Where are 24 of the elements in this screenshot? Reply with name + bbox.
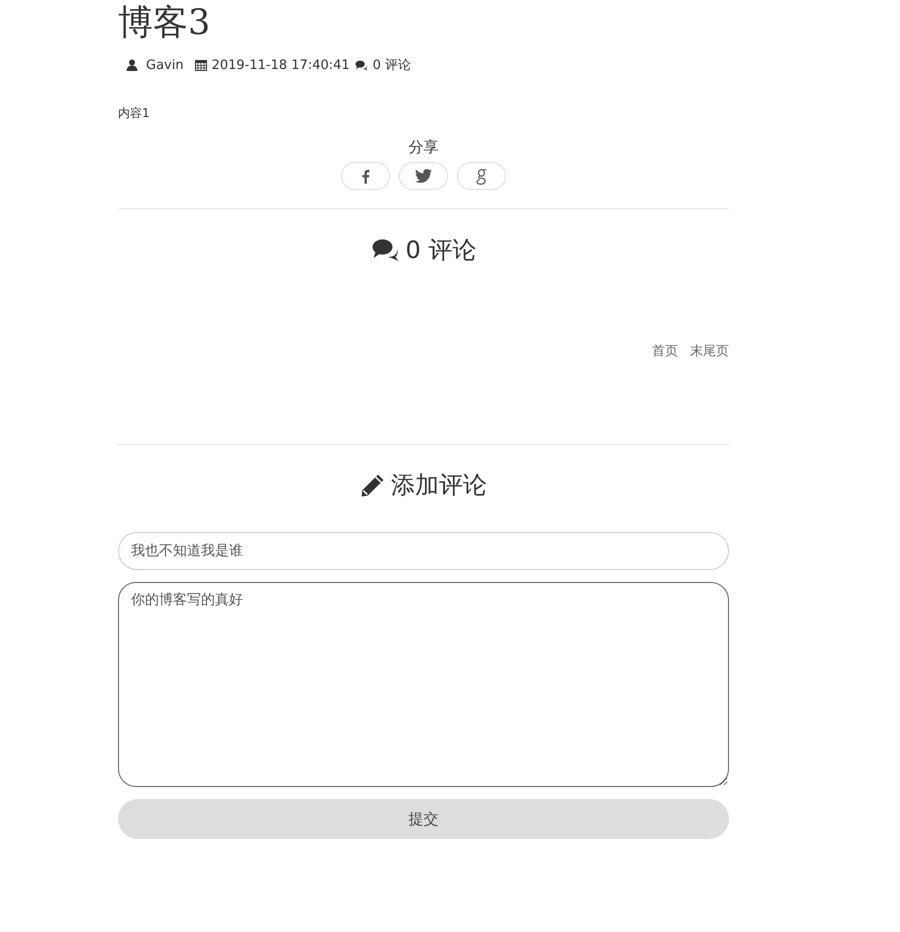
pagination-link[interactable]: 首页 xyxy=(652,342,678,360)
bird-icon xyxy=(415,169,432,183)
comments-heading: 0 评论 xyxy=(406,235,476,265)
calendar-icon xyxy=(194,59,207,71)
user-icon xyxy=(126,59,138,71)
submit-button[interactable]: 提交 xyxy=(118,799,729,839)
facebook-icon xyxy=(361,168,370,184)
share-facebook-button[interactable] xyxy=(341,162,390,190)
add-comment-heading: 添加评论 xyxy=(391,470,487,500)
post-content: 内容1 xyxy=(118,106,151,120)
share-google-button[interactable] xyxy=(457,162,506,190)
share-label: 分享 xyxy=(408,138,440,156)
pencil-icon xyxy=(360,472,385,498)
comments-icon xyxy=(354,60,368,70)
pagination-link[interactable]: 末尾页 xyxy=(690,342,729,360)
comment-count: 0 评论 xyxy=(372,57,412,74)
share-twitter-button[interactable] xyxy=(399,162,448,190)
post-title: 博客3 xyxy=(118,2,212,44)
comments-icon xyxy=(370,238,400,262)
name-input[interactable]: 我也不知道我是谁 xyxy=(118,532,729,570)
author-name: Gavin xyxy=(146,58,184,72)
google-icon xyxy=(476,168,487,184)
comment-textarea[interactable]: 你的博客写的真好 xyxy=(118,582,729,787)
post-date: 2019-11-18 17:40:41 xyxy=(212,58,350,72)
